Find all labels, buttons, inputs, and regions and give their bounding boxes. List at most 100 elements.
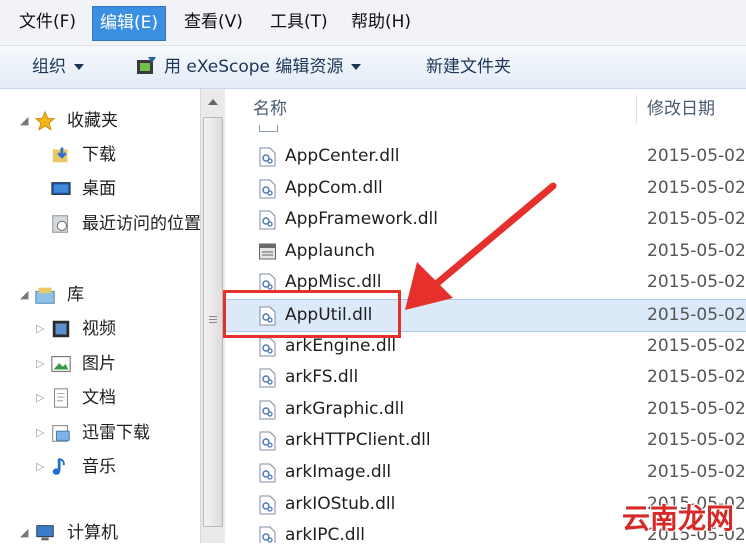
dropdown-arrow-icon <box>74 64 84 70</box>
file-name: arkGraphic.dll <box>285 398 405 419</box>
nav-documents[interactable]: ▷ 文档 <box>0 384 200 412</box>
menu-file[interactable]: 文件(F) <box>12 6 83 39</box>
documents-icon <box>54 388 68 408</box>
nav-downloads[interactable]: 下载 <box>0 141 200 169</box>
star-icon <box>34 110 56 131</box>
nav-desktop[interactable]: 桌面 <box>0 175 200 203</box>
dll-file-icon <box>259 179 276 199</box>
file-date: 2015-05-02 <box>647 305 746 325</box>
grip-line <box>209 319 217 320</box>
partial-file-icon <box>259 125 278 132</box>
nav-favorites[interactable]: ◢ 收藏夹 <box>0 107 200 135</box>
command-bar: 组织 用 eXeScope 编辑资源 新建文件夹 <box>0 46 746 89</box>
dll-file-icon <box>259 463 276 483</box>
file-date: 2015-05-02 <box>647 209 746 230</box>
organize-label: 组织 <box>32 57 66 77</box>
menu-edit[interactable]: 编辑(E) <box>92 6 167 41</box>
nav-xunlei-label: 迅雷下载 <box>82 423 150 443</box>
nav-downloads-label: 下载 <box>82 145 116 165</box>
grip-line <box>209 316 217 317</box>
nav-recent-places[interactable]: 最近访问的位置 <box>0 210 200 238</box>
dll-file-icon <box>259 337 276 357</box>
file-date: 2015-05-02 <box>647 430 746 451</box>
file-date: 2015-05-02 <box>647 146 746 166</box>
nav-pictures-label: 图片 <box>82 354 116 374</box>
menu-view[interactable]: 查看(V) <box>177 6 250 39</box>
xunlei-folder-icon <box>52 425 70 442</box>
nav-music-label: 音乐 <box>82 457 116 477</box>
nav-libraries-label: 库 <box>67 285 84 305</box>
video-icon <box>52 320 70 338</box>
file-row[interactable]: arkImage.dll 2015-05-02 <box>225 457 746 488</box>
file-date: 2015-05-02 <box>647 272 746 293</box>
dll-file-icon <box>259 400 276 420</box>
file-name: arkIPC.dll <box>285 525 366 543</box>
file-date: 2015-05-02 <box>647 398 746 419</box>
column-divider[interactable] <box>636 95 637 123</box>
menu-tools[interactable]: 工具(T) <box>263 6 335 39</box>
file-name: Applaunch <box>285 240 376 261</box>
nav-videos[interactable]: ▷ 视频 <box>0 315 200 343</box>
watermark-text: 云南龙网 <box>621 502 734 535</box>
application-icon <box>259 243 276 260</box>
collapse-arrow-icon[interactable]: ◢ <box>20 281 28 309</box>
column-header-date[interactable]: 修改日期 <box>647 89 715 129</box>
expand-arrow-icon[interactable]: ▷ <box>36 350 44 378</box>
nav-desktop-label: 桌面 <box>82 179 116 199</box>
file-date: 2015-05-02 <box>647 367 746 388</box>
computer-icon <box>36 525 54 541</box>
dropdown-arrow-icon <box>351 64 362 70</box>
organize-button[interactable]: 组织 <box>32 52 84 82</box>
scroll-up-arrow-icon[interactable] <box>208 99 218 105</box>
nav-videos-label: 视频 <box>82 319 116 339</box>
new-folder-button[interactable]: 新建文件夹 <box>426 52 511 82</box>
scrollbar-thumb[interactable] <box>203 117 223 527</box>
dll-file-icon <box>259 495 276 515</box>
navigation-pane: ◢ 收藏夹 下载 桌面 最近访问的位置 ◢ 库 ▷ 视频 ▷ 图片 ▷ 文档 ▷… <box>0 89 200 543</box>
file-name: AppCenter.dll <box>285 146 400 166</box>
downloads-folder-icon <box>52 147 68 163</box>
menu-bar: 文件(F) 编辑(E) 查看(V) 工具(T) 帮助(H) <box>0 0 746 46</box>
column-header-name[interactable]: 名称 <box>253 89 287 129</box>
menu-help[interactable]: 帮助(H) <box>344 6 418 39</box>
recent-places-icon <box>52 215 68 233</box>
dll-file-icon <box>259 210 276 230</box>
file-row[interactable]: arkFS.dll 2015-05-02 <box>225 362 746 393</box>
file-row[interactable]: arkGraphic.dll 2015-05-02 <box>225 394 746 425</box>
open-with-exescope-button[interactable]: 用 eXeScope 编辑资源 <box>134 52 362 82</box>
exescope-icon <box>137 57 156 74</box>
dll-file-icon <box>259 431 276 451</box>
file-name: arkImage.dll <box>285 462 392 482</box>
file-name: arkIOStub.dll <box>285 493 396 514</box>
expand-arrow-icon[interactable]: ▷ <box>36 384 44 412</box>
nav-favorites-label: 收藏夹 <box>67 111 118 131</box>
grip-line <box>209 322 217 323</box>
expand-arrow-icon[interactable]: ▷ <box>36 315 44 343</box>
highlight-box <box>223 290 401 338</box>
expand-arrow-icon[interactable]: ▷ <box>36 453 44 481</box>
file-name: AppCom.dll <box>285 177 383 198</box>
collapse-arrow-icon[interactable]: ◢ <box>20 107 28 135</box>
dll-file-icon <box>259 526 276 543</box>
nav-recent-label: 最近访问的位置 <box>82 214 200 234</box>
nav-xunlei-downloads[interactable]: ▷ 迅雷下载 <box>0 419 200 447</box>
file-row[interactable]: arkHTTPClient.dll 2015-05-02 <box>225 425 746 456</box>
nav-libraries[interactable]: ◢ 库 <box>0 281 200 309</box>
file-date: 2015-05-02 <box>647 177 746 198</box>
file-date: 2015-05-02 <box>647 335 746 356</box>
file-name: arkHTTPClient.dll <box>285 430 431 451</box>
music-icon <box>52 457 65 475</box>
file-name: arkFS.dll <box>285 367 359 388</box>
open-with-label: 用 eXeScope 编辑资源 <box>164 57 344 77</box>
annotation-arrow <box>405 182 557 310</box>
desktop-icon <box>51 182 71 195</box>
dll-file-icon <box>259 368 276 388</box>
file-date: 2015-05-02 <box>647 240 746 261</box>
dll-file-icon <box>259 147 276 167</box>
file-row[interactable]: AppCenter.dll 2015-05-02 <box>225 141 746 172</box>
nav-music[interactable]: ▷ 音乐 <box>0 453 200 481</box>
expand-arrow-icon[interactable]: ▷ <box>36 419 44 447</box>
nav-pictures[interactable]: ▷ 图片 <box>0 350 200 378</box>
file-date: 2015-05-02 <box>647 462 746 482</box>
libraries-icon <box>35 287 55 304</box>
